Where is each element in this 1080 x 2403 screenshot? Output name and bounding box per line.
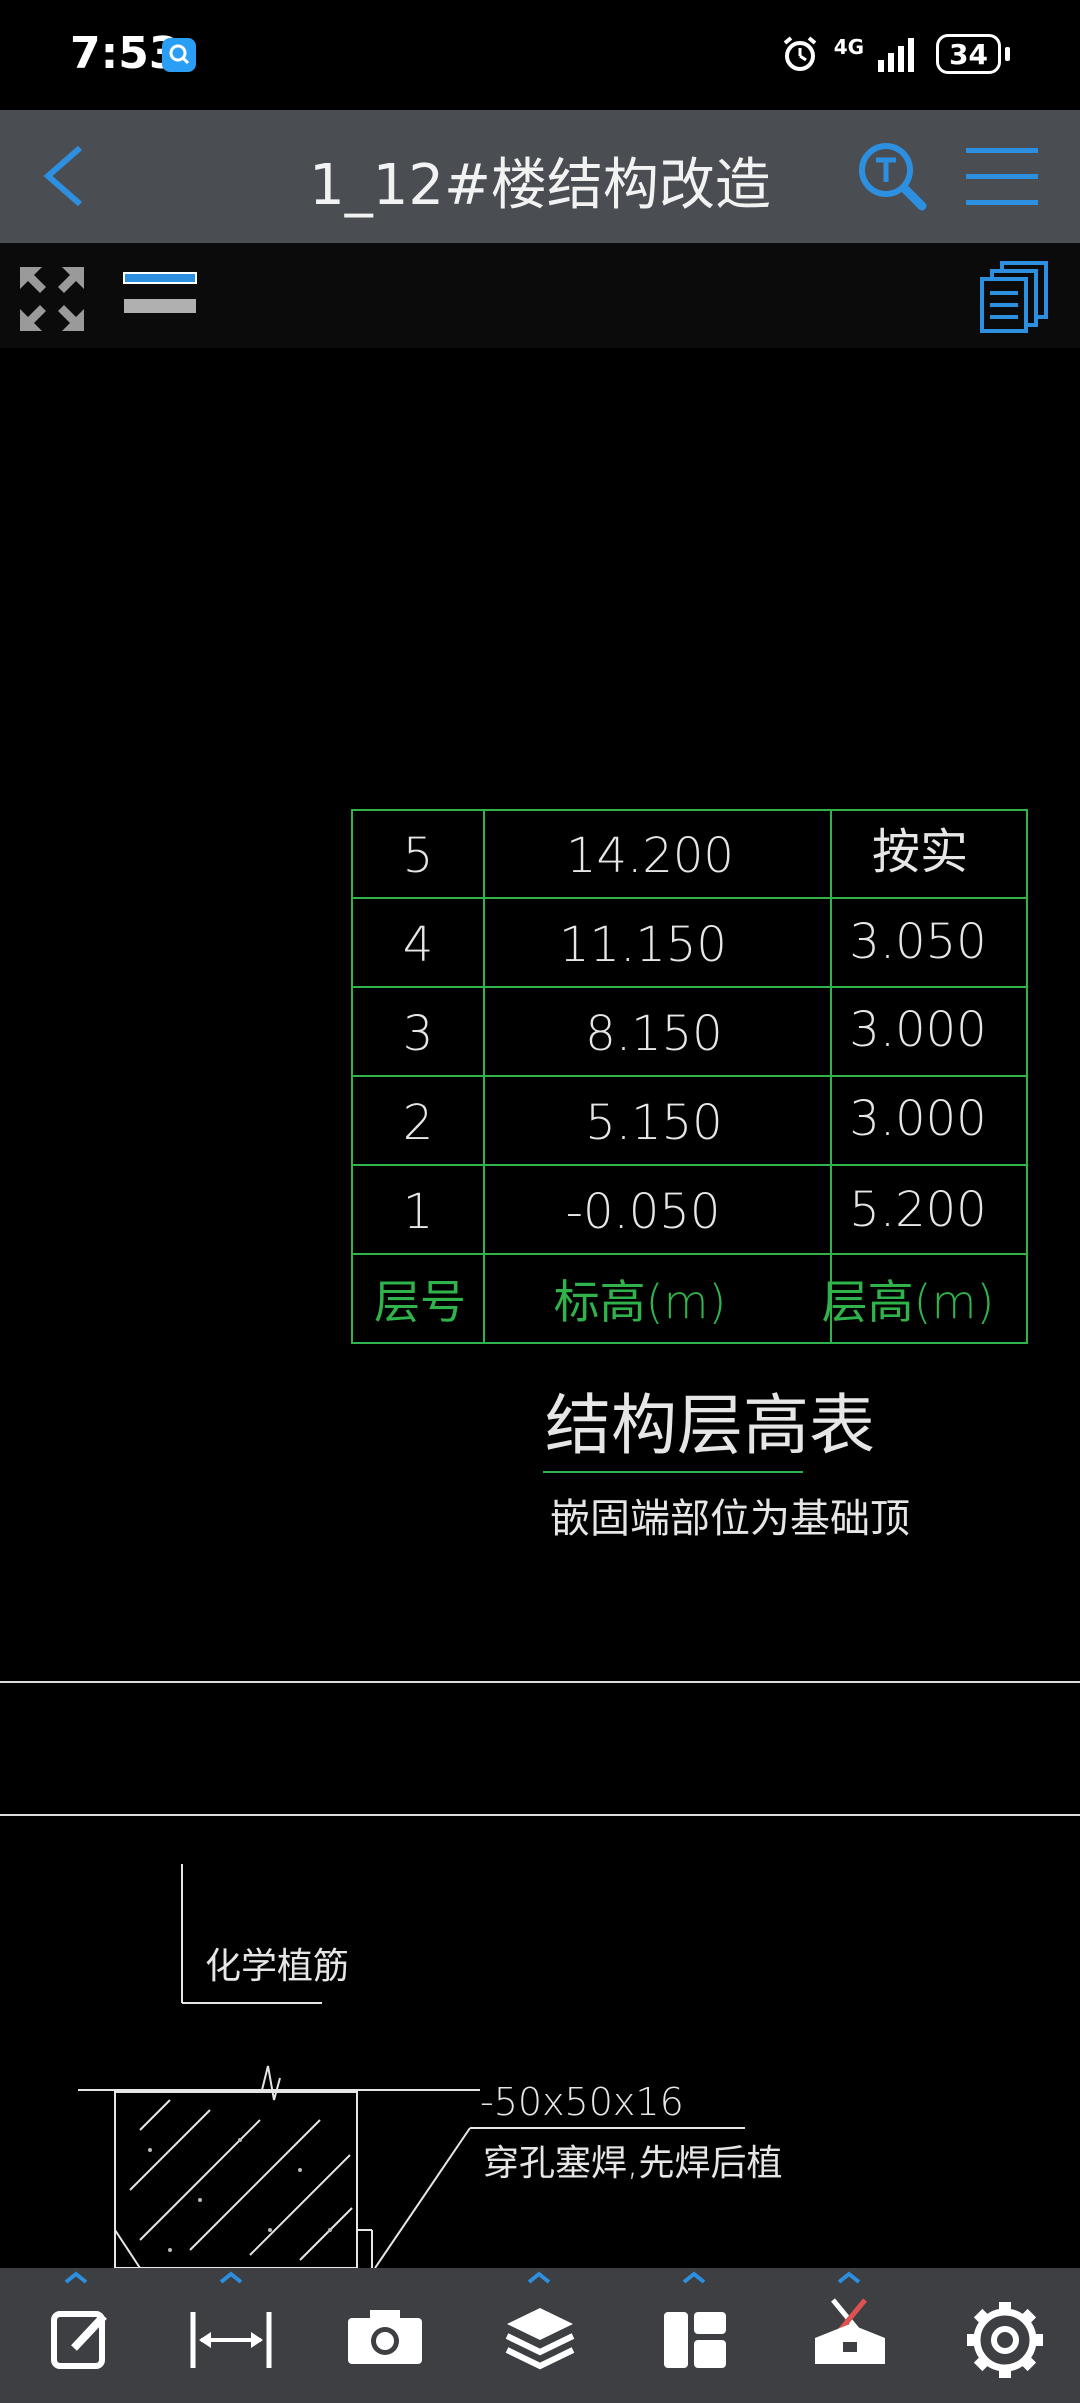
app-notification-icon: [162, 38, 196, 72]
table-cell-height: 3.000: [849, 1002, 986, 1058]
layout-tool[interactable]: [640, 2268, 750, 2403]
table-header-elevation: 标高(m): [554, 1275, 727, 1329]
table-cell-elevation: 5.150: [585, 1095, 722, 1151]
table-cell-height: 3.050: [849, 914, 986, 970]
view-toolbar: [0, 243, 1080, 348]
toolbox-tool[interactable]: [795, 2268, 905, 2403]
camera-icon: [348, 2310, 422, 2364]
concrete-dot: [268, 2228, 272, 2232]
toolbox-icon: [815, 2271, 885, 2364]
layout-icon: [664, 2271, 726, 2368]
rebar-detail: [78, 1864, 745, 2268]
measure-icon: [190, 2271, 272, 2368]
structure-height-table: [351, 809, 1028, 1344]
status-bar: 7:53 4G 34: [0, 0, 1080, 110]
menu-button[interactable]: [964, 140, 1044, 216]
title-bar: 1_12#楼结构改造: [0, 110, 1080, 243]
text-search-icon: [859, 143, 927, 211]
cad-drawing-canvas[interactable]: 5 14.200 按实 4 11.150 3.050 3 8.150 3.000…: [0, 348, 1080, 2268]
edit-icon: [51, 2271, 107, 2369]
signal-icon: [878, 38, 915, 72]
detail-label-rebar: 化学植筋: [205, 1946, 349, 1987]
table-cell-elevation: 14.200: [566, 828, 734, 884]
table-cell-elevation: 11.150: [559, 917, 727, 973]
gear-icon: [967, 2302, 1043, 2378]
battery-level: 34: [949, 37, 988, 71]
status-indicators: 4G 34: [780, 32, 1010, 76]
measure-tool[interactable]: [177, 2268, 287, 2403]
layers-icon: [505, 2271, 575, 2370]
text-search-button[interactable]: [852, 136, 932, 216]
table-cell-floor: 5: [403, 828, 434, 884]
fullscreen-button[interactable]: [16, 263, 88, 335]
table-cell-elevation: -0.050: [566, 1184, 721, 1240]
settings-tool[interactable]: [950, 2268, 1060, 2403]
table-note: 嵌固端部位为基础顶: [550, 1496, 910, 1542]
documents-button[interactable]: [980, 261, 1050, 333]
layers-tool[interactable]: [485, 2268, 595, 2403]
battery-tip: [1005, 47, 1010, 61]
concrete-dot: [198, 2198, 202, 2202]
detail-label-weld: 穿孔塞焊,先焊后植: [483, 2143, 782, 2184]
concrete-dot: [238, 2138, 242, 2142]
annotate-tool[interactable]: [22, 2268, 132, 2403]
detail-label-plate: -50x50x16: [480, 2080, 684, 2124]
camera-tool[interactable]: [330, 2268, 440, 2403]
lineweight-button[interactable]: [122, 269, 198, 319]
battery-indicator: 34: [936, 34, 1001, 74]
concrete-dot: [168, 2248, 172, 2252]
table-cell-elevation: 8.150: [585, 1006, 722, 1062]
concrete-dot: [298, 2168, 302, 2172]
table-cell-height: 按实: [872, 824, 968, 880]
table-header-floor: 层号: [374, 1275, 466, 1329]
alarm-icon: [783, 36, 816, 71]
table-header-height: 层高(m): [822, 1275, 995, 1329]
table-title: 结构层高表: [545, 1387, 875, 1464]
lineweight-icon: [123, 272, 197, 313]
concrete-dot: [328, 2228, 332, 2232]
concrete-dot: [148, 2148, 152, 2152]
hamburger-menu-icon: [966, 148, 1038, 205]
network-type: 4G: [833, 35, 865, 59]
documents-icon: [980, 261, 1048, 333]
table-cell-floor: 4: [403, 917, 434, 973]
expand-arrows-icon: [20, 267, 84, 331]
table-cell-floor: 1: [403, 1184, 434, 1240]
table-cell-floor: 2: [403, 1095, 434, 1151]
bottom-toolbar: [0, 2268, 1080, 2403]
table-cell-floor: 3: [403, 1006, 434, 1062]
table-cell-height: 5.200: [849, 1182, 986, 1238]
table-cell-height: 3.000: [849, 1091, 986, 1147]
